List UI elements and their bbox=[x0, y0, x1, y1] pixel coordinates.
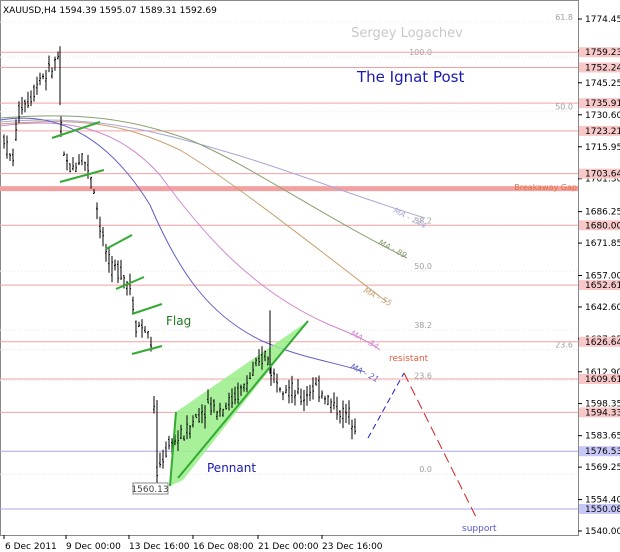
price-tag-label: 1703.64 bbox=[585, 170, 620, 180]
fibo-label: 50.0 bbox=[414, 262, 432, 271]
resistant-label: resistant bbox=[389, 354, 429, 364]
y-tick-label: 1583.65 bbox=[585, 432, 620, 442]
y-tick-label: 1569.25 bbox=[585, 463, 620, 473]
y-tick-label: 1774.45 bbox=[585, 15, 620, 25]
breakaway-gap-label: Breakaway Gap bbox=[514, 183, 577, 192]
y-tick-label: 1686.25 bbox=[585, 208, 620, 218]
price-tag-label: 1680.00 bbox=[585, 221, 620, 231]
price-tag-label: 1735.91 bbox=[585, 99, 620, 109]
support-label: support bbox=[462, 524, 497, 534]
chart-title: The Ignat Post bbox=[356, 68, 464, 86]
pennant-label: Pennant bbox=[207, 461, 256, 475]
y-tick-label: 1715.95 bbox=[585, 143, 620, 153]
low-label: 1560.13 bbox=[131, 485, 168, 495]
x-tick-label: 9 Dec 00:00 bbox=[66, 542, 121, 552]
price-tag-label: 1723.21 bbox=[585, 127, 620, 137]
y-tick-label: 1745.25 bbox=[585, 79, 620, 89]
chart: Sergey Logachev 61.8 100.0 50.0 38.2 50.0 38.2… bbox=[0, 0, 620, 552]
x-tick-label: 6 Dec 2011 bbox=[5, 542, 57, 552]
fibo-label: 50.0 bbox=[555, 103, 573, 112]
x-tick-label: 16 Dec 08:00 bbox=[193, 542, 254, 552]
y-tick-label: 1671.85 bbox=[585, 239, 620, 249]
price-tag-label: 1652.61 bbox=[585, 281, 620, 291]
flag-label: Flag bbox=[166, 314, 191, 328]
plot-area bbox=[0, 0, 579, 536]
price-tag-label: 1609.61 bbox=[585, 375, 620, 385]
x-tick-label: 23 Dec 16:00 bbox=[322, 542, 383, 552]
watermark: Sergey Logachev bbox=[351, 26, 463, 41]
fibo-label: 61.8 bbox=[555, 13, 573, 22]
y-tick-label: 1730.60 bbox=[585, 111, 620, 121]
fibo-label: 38.2 bbox=[414, 321, 432, 330]
y-tick-label: 1642.60 bbox=[585, 303, 620, 313]
x-tick-label: 21 Dec 00:00 bbox=[258, 542, 319, 552]
x-tick-label: 13 Dec 16:00 bbox=[129, 542, 190, 552]
price-tag-label: 1576.53 bbox=[585, 447, 620, 457]
price-tag-label: 1759.23 bbox=[585, 48, 620, 58]
price-tag-label: 1626.64 bbox=[585, 338, 620, 348]
price-tag-label: 1752.24 bbox=[585, 64, 620, 74]
price-tag-label: 1550.08 bbox=[585, 505, 620, 515]
ohlc-header: XAUUSD,H4 1594.39 1595.07 1589.31 1592.6… bbox=[3, 6, 217, 16]
price-chart: Sergey Logachev61.8100.050.038.250.038.2… bbox=[0, 0, 620, 552]
fibo-label: 0.0 bbox=[419, 465, 432, 474]
price-tag-label: 1594.33 bbox=[585, 408, 620, 418]
y-tick-label: 1540.00 bbox=[585, 527, 620, 537]
breakaway-gap-band bbox=[0, 186, 578, 192]
y-tick-label: 1657.00 bbox=[585, 271, 620, 281]
